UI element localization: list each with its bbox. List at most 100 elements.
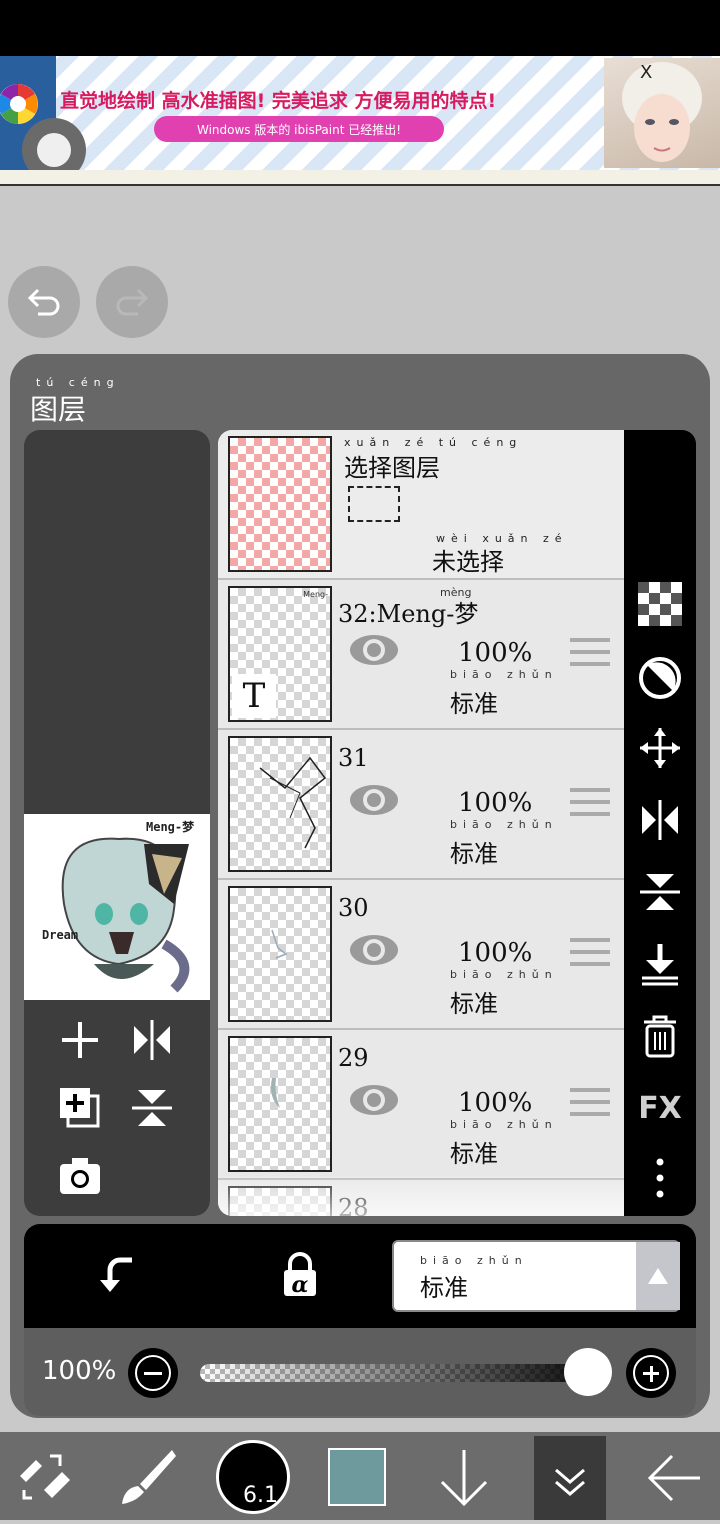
brush-icon xyxy=(122,1450,176,1504)
flip-horizontal-button[interactable] xyxy=(130,1018,174,1066)
layer-list[interactable]: xuǎn zé tú céng 选择图层 wèi xuǎn zé 未选择 Men… xyxy=(218,430,624,1216)
ad-headline: 直觉地绘制 高水准插图! 完美追求 方便易用的特点! xyxy=(60,90,497,112)
thumbnail-text: Meng- xyxy=(303,590,328,599)
selection-layer-row[interactable]: xuǎn zé tú céng 选择图层 wèi xuǎn zé 未选择 xyxy=(218,430,624,580)
opacity-slider[interactable] xyxy=(200,1364,612,1382)
flip-vertical-icon xyxy=(640,874,680,910)
layer-name: 32:Meng-梦 xyxy=(338,600,479,628)
blend-mode-dropdown[interactable]: biāo zhǔn 标准 xyxy=(392,1240,680,1312)
flip-horizontal-icon xyxy=(642,800,678,840)
layer-row[interactable]: 31 100% biāo zhǔn 标准 xyxy=(218,730,624,880)
visibility-toggle[interactable] xyxy=(348,632,400,672)
opacity-increase-button[interactable] xyxy=(626,1348,676,1398)
opacity-slider-knob[interactable] xyxy=(564,1348,612,1396)
brush-size-value: 6.1 xyxy=(243,1483,278,1508)
canvas-preview-column: Meng-梦 Dream xyxy=(24,430,210,1216)
flip-vertical-icon xyxy=(132,1090,172,1126)
back-button[interactable] xyxy=(646,1452,702,1508)
blend-mode: 标准 xyxy=(450,990,498,1018)
preview-label-top: Meng-梦 xyxy=(146,820,195,834)
drag-handle-icon[interactable] xyxy=(570,1088,610,1116)
add-layer-button[interactable] xyxy=(58,1018,102,1066)
drag-handle-icon[interactable] xyxy=(570,788,610,816)
preview-label-left: Dream xyxy=(42,928,79,942)
blend-mode-pinyin: biāo zhǔn xyxy=(450,968,558,981)
duplicate-layer-button[interactable] xyxy=(58,1086,102,1134)
blend-mode: 标准 xyxy=(450,1140,498,1168)
checker-icon xyxy=(638,582,682,626)
merge-down-button[interactable] xyxy=(638,942,682,986)
layer-name: 31 xyxy=(338,744,369,772)
eye-icon xyxy=(350,1085,398,1115)
more-vertical-icon xyxy=(656,1158,664,1198)
layer-sketch xyxy=(271,929,288,959)
visibility-toggle[interactable] xyxy=(348,1082,400,1122)
panel-title: 图层 xyxy=(30,393,87,426)
more-options-button[interactable] xyxy=(638,1156,682,1200)
clipping-button[interactable] xyxy=(638,656,682,700)
swap-tools-icon xyxy=(20,1454,70,1500)
duplicate-layer-icon xyxy=(60,1088,100,1128)
canvas-preview[interactable]: Meng-梦 Dream xyxy=(24,814,210,1000)
status-bar xyxy=(0,0,720,56)
camera-button[interactable] xyxy=(58,1154,102,1202)
alpha-lock-button[interactable]: α xyxy=(278,1252,322,1304)
flip-horizontal-layer-button[interactable] xyxy=(638,798,682,842)
visibility-toggle[interactable] xyxy=(348,782,400,822)
flip-horizontal-icon xyxy=(134,1020,170,1060)
layer-down-button[interactable] xyxy=(436,1448,492,1512)
layer-opacity: 100% xyxy=(458,938,533,968)
opacity-value: 100% xyxy=(42,1356,117,1386)
layer-opacity: 100% xyxy=(458,638,533,668)
double-chevron-down-icon xyxy=(555,1468,585,1496)
delete-layer-button[interactable] xyxy=(638,1014,682,1058)
layer-opacity: 100% xyxy=(458,1088,533,1118)
undo-button[interactable] xyxy=(8,266,80,338)
arrow-down-icon xyxy=(440,1450,488,1507)
layer-sketch xyxy=(271,1078,280,1108)
opacity-decrease-button[interactable] xyxy=(128,1348,178,1398)
clip-arrow-icon xyxy=(100,1257,132,1292)
layer-row[interactable]: 29 100% biāo zhǔn 标准 xyxy=(218,1030,624,1180)
brush-size-button[interactable]: 6.1 xyxy=(216,1440,290,1514)
flip-vertical-layer-button[interactable] xyxy=(638,870,682,914)
color-swatch-button[interactable] xyxy=(328,1448,386,1506)
layer-row[interactable]: 30 100% biāo zhǔn 标准 xyxy=(218,880,624,1030)
list-fade xyxy=(218,1176,624,1216)
blend-mode: 标准 xyxy=(450,840,498,868)
blend-mode-pinyin: biāo zhǔn xyxy=(450,1118,558,1131)
flip-vertical-button[interactable] xyxy=(130,1086,174,1134)
trash-icon xyxy=(644,1015,676,1058)
visibility-toggle[interactable] xyxy=(348,932,400,972)
arrow-left-icon xyxy=(647,1454,700,1502)
fx-button[interactable]: FX xyxy=(638,1086,682,1130)
eye-icon xyxy=(350,935,398,965)
triangle-up-icon xyxy=(648,1268,668,1284)
move-button[interactable] xyxy=(638,726,682,770)
move-arrows-icon xyxy=(640,728,680,768)
clipping-mask-button[interactable] xyxy=(96,1254,140,1302)
redo-button[interactable] xyxy=(96,266,168,338)
layer-row[interactable]: Meng- T mèng 32:Meng-梦 100% biāo zhǔn 标准 xyxy=(218,580,624,730)
layer-sketch xyxy=(259,756,327,849)
drag-handle-icon[interactable] xyxy=(570,938,610,966)
layer-panel-button[interactable] xyxy=(534,1436,606,1520)
dropdown-arrow-button[interactable] xyxy=(636,1242,680,1310)
eye-icon xyxy=(350,785,398,815)
selection-status: 未选择 xyxy=(432,548,504,576)
layer-name: 30 xyxy=(338,894,369,922)
ad-close-button[interactable]: X xyxy=(640,62,652,83)
blend-mode-dropdown-pinyin: biāo zhǔn xyxy=(420,1254,528,1267)
selection-title: 选择图层 xyxy=(344,454,440,482)
drag-handle-icon[interactable] xyxy=(570,638,610,666)
brush-tool-button[interactable] xyxy=(116,1446,176,1510)
camera-icon xyxy=(60,1158,100,1194)
undo-icon xyxy=(27,288,60,316)
no-entry-icon xyxy=(639,657,681,699)
plus-icon xyxy=(633,1355,669,1391)
transparency-button[interactable] xyxy=(638,582,682,626)
selection-marquee-icon xyxy=(348,486,400,522)
plus-icon xyxy=(62,1022,98,1058)
tool-switch-button[interactable] xyxy=(14,1446,74,1510)
ad-subline: Windows 版本的 ibisPaint 已经推出! xyxy=(154,116,444,142)
